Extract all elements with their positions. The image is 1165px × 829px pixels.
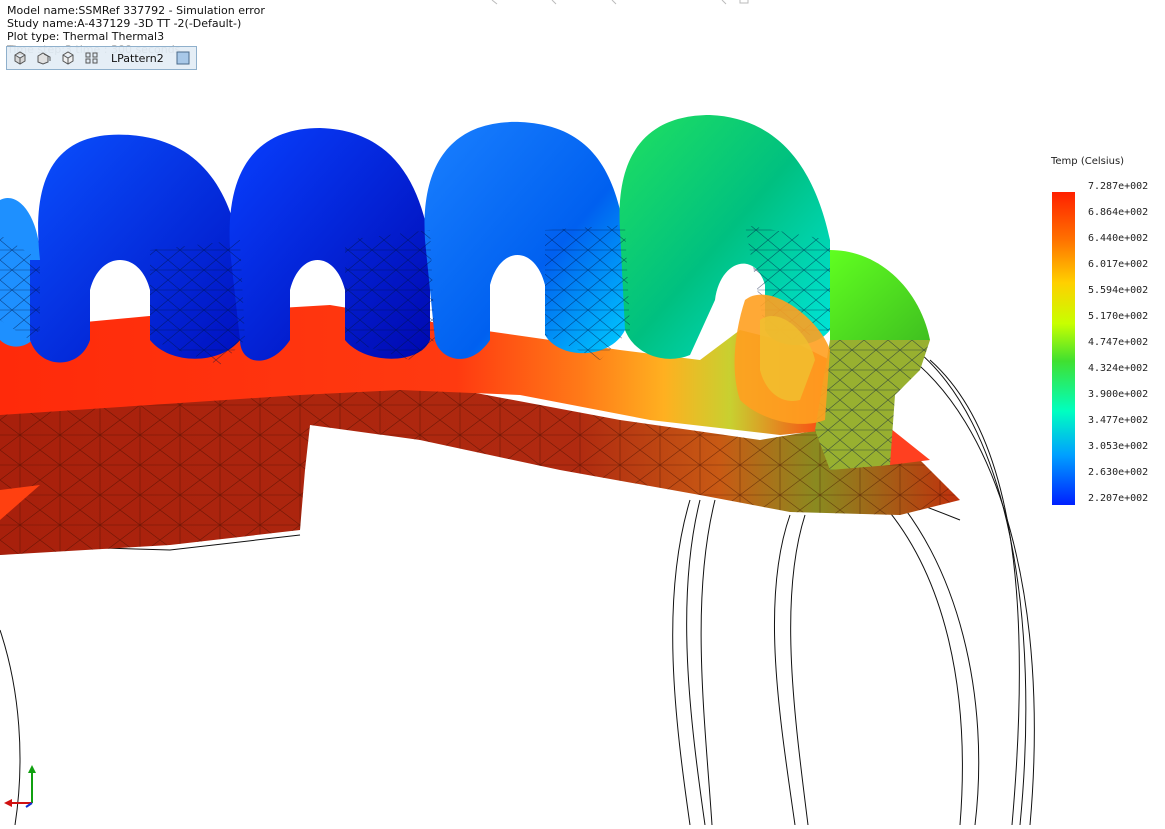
legend-value: 5.594e+002 (1088, 285, 1149, 296)
legend-value: 2.630e+002 (1088, 467, 1149, 478)
legend-value: 3.900e+002 (1088, 389, 1149, 400)
study-name-text: Study name:A-437129 -3D TT -2(-Default-) (7, 17, 242, 30)
pattern-icon[interactable] (83, 49, 101, 67)
cube-icon[interactable] (59, 49, 77, 67)
heads-up-toolbar: LPattern2 (6, 46, 197, 70)
part-icon[interactable] (11, 49, 29, 67)
legend-value: 3.477e+002 (1088, 415, 1149, 426)
legend-color-bar (1052, 192, 1075, 505)
legend-title: Temp (Celsius) (1051, 156, 1125, 167)
legend-value: 6.017e+002 (1088, 259, 1149, 270)
legend-value: 6.440e+002 (1088, 233, 1149, 244)
legend-values: 7.287e+002 6.864e+002 6.440e+002 6.017e+… (1088, 181, 1148, 519)
model-name-text: Model name:SSMRef 337792 - Simulation er… (7, 4, 265, 17)
legend-value: 4.747e+002 (1088, 337, 1149, 348)
assembly-icon[interactable] (35, 49, 53, 67)
legend-value: 5.170e+002 (1088, 311, 1149, 322)
graphics-viewport[interactable]: Model name:SSMRef 337792 - Simulation er… (0, 0, 1165, 826)
pattern-label[interactable]: LPattern2 (107, 52, 168, 65)
simulation-model-view (0, 0, 1035, 826)
green-tab (830, 250, 930, 340)
plot-type-text: Plot type: Thermal Thermal3 (7, 30, 165, 43)
legend-value: 6.864e+002 (1088, 207, 1149, 218)
legend-value: 7.287e+002 (1088, 181, 1149, 192)
legend-value: 3.053e+002 (1088, 441, 1149, 452)
legend-value: 4.324e+002 (1088, 363, 1149, 374)
coordinate-triad-icon (2, 763, 42, 817)
square-icon[interactable] (174, 49, 192, 67)
legend-value: 2.207e+002 (1088, 493, 1149, 504)
